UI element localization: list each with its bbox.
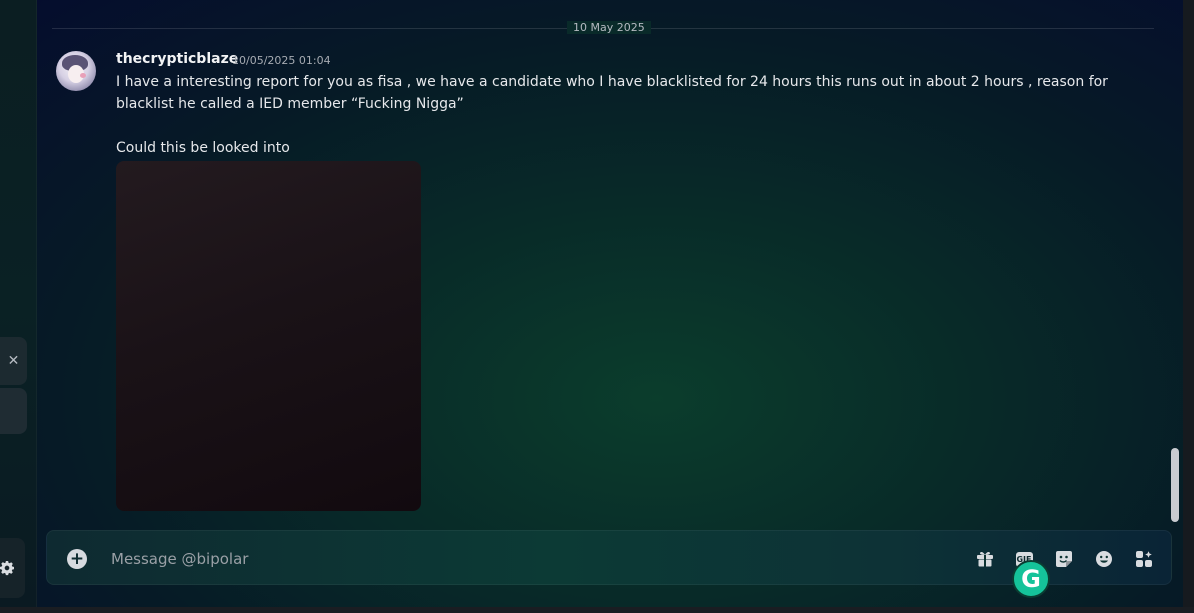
apps-button[interactable] <box>1133 548 1155 570</box>
server-rail <box>0 0 37 613</box>
message-composer: + GIF <box>46 530 1172 585</box>
grammarly-button[interactable]: G <box>1012 560 1050 598</box>
message-timestamp: 10/05/2025 01:04 <box>232 54 331 67</box>
apps-icon <box>1136 551 1152 567</box>
gift-button[interactable] <box>974 548 996 570</box>
message-list[interactable]: 10 May 2025 thecrypticblaze 10/05/2025 0… <box>37 0 1167 520</box>
right-panel-edge <box>1183 0 1194 613</box>
scrollbar-thumb[interactable] <box>1171 448 1179 522</box>
user-settings-button[interactable] <box>0 538 25 598</box>
plus-circle-icon: + <box>69 548 85 569</box>
scrollbar-track[interactable] <box>1169 0 1179 522</box>
gear-icon <box>0 561 14 576</box>
emoji-icon <box>1096 551 1112 567</box>
date-divider-label: 10 May 2025 <box>567 21 651 34</box>
rail-item[interactable] <box>0 388 27 434</box>
sticker-button[interactable] <box>1053 548 1075 570</box>
bottom-edge <box>0 607 1194 613</box>
image-attachment[interactable] <box>116 161 421 511</box>
sticker-icon <box>1056 551 1072 567</box>
gift-icon <box>977 551 993 567</box>
upload-button[interactable]: + <box>67 549 87 569</box>
grammarly-icon: G <box>1021 565 1041 593</box>
close-dm-button[interactable]: ✕ <box>0 337 27 385</box>
message-author[interactable]: thecrypticblaze <box>116 51 238 67</box>
message-content: I have a interesting report for you as f… <box>116 74 1108 156</box>
emoji-button[interactable] <box>1093 548 1115 570</box>
message-input[interactable] <box>109 545 943 573</box>
avatar[interactable] <box>56 51 96 91</box>
close-icon: ✕ <box>7 353 20 369</box>
